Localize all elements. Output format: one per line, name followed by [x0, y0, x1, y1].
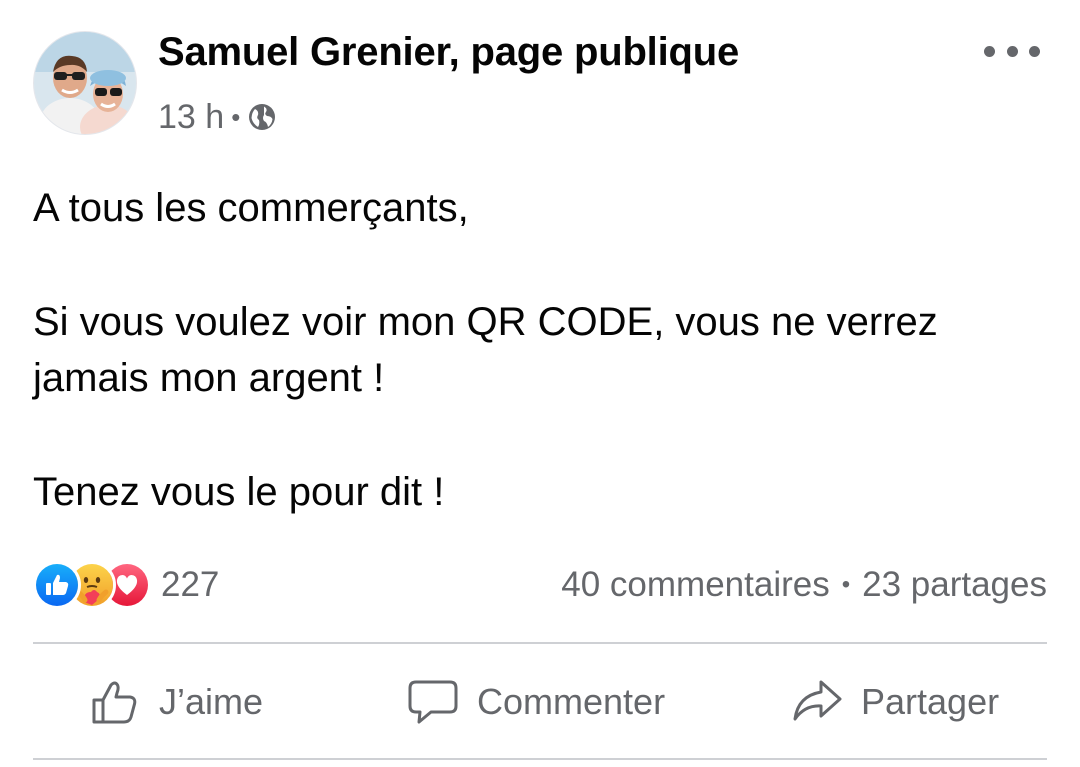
author-avatar[interactable]	[33, 31, 137, 135]
divider	[33, 642, 1047, 644]
thumbs-up-icon	[92, 681, 137, 724]
more-options-button[interactable]	[984, 36, 1040, 66]
share-button[interactable]: Partager	[791, 650, 999, 754]
shares-count-link[interactable]: 23 partages	[862, 565, 1047, 605]
post-card: Samuel Grenier, page publique 13 h • A t…	[0, 0, 1080, 767]
comment-button-label: Commenter	[477, 681, 666, 722]
post-meta: 13 h •	[158, 94, 277, 140]
post-paragraph: A tous les commerçants,	[33, 186, 469, 230]
post-text: A tous les commerçants, Si vous voulez v…	[33, 180, 1043, 520]
engagement-stats: 40 commentaires • 23 partages	[561, 560, 1047, 610]
like-button[interactable]: J’aime	[89, 650, 263, 754]
stats-separator: •	[841, 571, 851, 598]
reaction-count: 227	[161, 565, 220, 604]
like-button-label: J’aime	[159, 681, 264, 722]
more-dot-icon	[1006, 45, 1018, 57]
divider	[33, 758, 1047, 760]
more-dot-icon	[1029, 45, 1040, 57]
comments-count-link[interactable]: 40 commentaires	[561, 565, 829, 605]
more-dot-icon	[984, 45, 995, 57]
share-arrow-icon	[793, 680, 842, 721]
post-paragraph: Tenez vous le pour dit !	[33, 470, 445, 514]
meta-separator: •	[231, 101, 241, 132]
comment-button[interactable]: Commenter	[407, 650, 665, 754]
avatar-photo	[34, 32, 136, 134]
globe-icon	[247, 102, 277, 132]
comment-bubble-icon	[408, 680, 458, 724]
reactions-summary[interactable]: 227	[33, 560, 219, 610]
like-reaction-icon	[33, 561, 81, 609]
action-bar: J’aime Commenter Partager	[33, 650, 1047, 754]
author-name[interactable]: Samuel Grenier, page publique	[158, 30, 739, 75]
share-button-label: Partager	[861, 681, 1000, 722]
post-time[interactable]: 13 h	[158, 98, 224, 137]
post-paragraph: Si vous voulez voir mon QR CODE, vous ne…	[33, 300, 938, 400]
